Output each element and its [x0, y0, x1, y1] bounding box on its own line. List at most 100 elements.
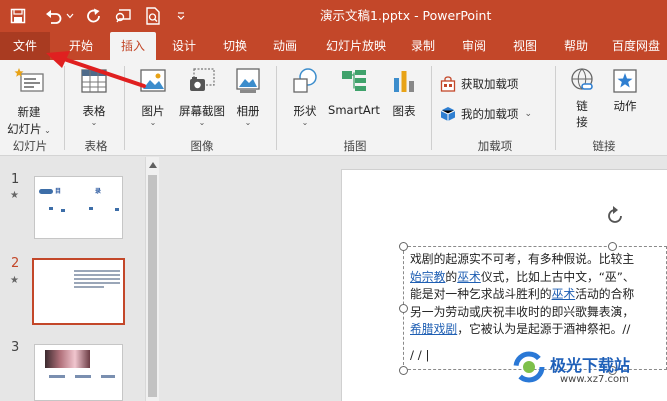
window-title: 演示文稿1.pptx - PowerPoint [320, 8, 492, 23]
tab-baidu-netdisk[interactable]: 百度网盘 [605, 32, 667, 60]
watermark-brand: 极光下载站 [550, 356, 631, 375]
action-button[interactable]: 动作 [606, 66, 644, 114]
group-label-images: 图像 [190, 139, 214, 153]
thumb-text-line [74, 274, 120, 276]
thumb-photo [45, 350, 90, 368]
photo-album-caret-icon: ⌄ [244, 118, 252, 127]
action-icon [613, 69, 637, 93]
redo-icon[interactable] [84, 0, 104, 32]
link-icon [571, 68, 593, 90]
rotate-handle-icon[interactable] [603, 204, 627, 228]
title-bar: 演示文稿1.pptx - PowerPoint [0, 0, 667, 32]
scrollbar-thumb[interactable] [148, 175, 157, 397]
present-from-start-icon[interactable] [112, 0, 134, 32]
save-icon[interactable] [8, 0, 28, 32]
screenshot-label: 屏幕截图 [179, 104, 225, 118]
tab-slideshow[interactable]: 幻灯片放映 [318, 32, 394, 60]
text-line-4: 另一为劳动或庆祝丰收时的即兴歌舞表演， [410, 304, 635, 319]
thumb-text-line [74, 278, 120, 280]
screenshot-button[interactable]: 屏幕截图 ⌄ [176, 66, 228, 127]
shapes-label: 形状 [293, 104, 317, 118]
thumb-title-right: 录 [95, 188, 102, 195]
watermark-swirl-icon [513, 351, 545, 383]
tab-design[interactable]: 设计 [161, 32, 207, 60]
picture-label: 图片 [141, 104, 165, 118]
slide-number-1: 1 [11, 172, 20, 187]
tab-transitions[interactable]: 切换 [212, 32, 258, 60]
new-slide-label-2: 幻灯片 ⌄ [7, 122, 51, 136]
group-label-slides: 幻灯片 [12, 139, 48, 153]
tab-help[interactable]: 帮助 [553, 32, 599, 60]
animation-star-icon: ★ [10, 190, 19, 201]
slide-number-2: 2 [11, 256, 20, 271]
thumb-shape [39, 189, 53, 194]
screenshot-icon [190, 68, 215, 91]
group-divider [276, 66, 277, 150]
my-addins-button[interactable]: 我的加载项 ⌄ [440, 104, 532, 124]
resize-handle-w[interactable] [399, 304, 408, 313]
smartart-icon [342, 70, 366, 91]
link-label-2: 接 [576, 115, 588, 129]
photo-album-button[interactable]: 相册 ⌄ [228, 66, 268, 127]
resize-handle-nw[interactable] [399, 242, 408, 251]
hyperlink-primitive-religion[interactable]: 始宗教 [410, 270, 445, 284]
photo-album-label: 相册 [236, 104, 260, 118]
group-label-links: 链接 [592, 139, 616, 153]
photo-album-icon [236, 68, 260, 93]
watermark-url: www.xz7.com [560, 374, 629, 385]
text-line-2: 始宗教的巫术仪式，比如上古中文，“巫”、 [410, 269, 635, 284]
scroll-up-icon[interactable] [149, 162, 157, 168]
text-line-3: 能是对一种乞求战斗胜利的巫术活动的合称 [410, 287, 635, 301]
print-preview-icon[interactable] [142, 0, 164, 32]
group-label-addins: 加载项 [477, 139, 513, 153]
hyperlink-greek-drama[interactable]: 希腊戏剧 [410, 322, 457, 336]
chart-label: 图表 [392, 104, 416, 118]
new-slide-label-1: 新建 [17, 105, 41, 119]
chart-icon [394, 71, 414, 92]
animation-star-icon: ★ [10, 275, 19, 286]
tab-animations[interactable]: 动画 [262, 32, 308, 60]
hyperlink-witchcraft-2[interactable]: 巫术 [552, 287, 576, 301]
thumb-text-line [49, 375, 65, 378]
thumb-text-line [74, 282, 120, 284]
get-addins-button[interactable]: 获取加载项 [440, 74, 519, 94]
resize-handle-n[interactable] [608, 242, 617, 251]
link-button[interactable]: 链 接 [563, 66, 601, 130]
text-line-5: 希腊戏剧，它被认为是起源于酒神祭祀。// [410, 322, 631, 336]
smartart-button[interactable]: SmartArt [326, 66, 382, 117]
tab-record[interactable]: 录制 [400, 32, 446, 60]
watermark-logo: 极光下载站 www.xz7.com [512, 348, 667, 401]
tab-review[interactable]: 审阅 [451, 32, 497, 60]
slide-thumbnail-3[interactable] [34, 344, 123, 401]
thumb-bullet [49, 207, 53, 210]
undo-icon[interactable] [43, 0, 65, 32]
group-divider [555, 66, 556, 150]
thumbnail-scrollbar[interactable] [145, 157, 159, 401]
thumb-bullet [115, 208, 119, 211]
shapes-caret-icon: ⌄ [301, 118, 309, 127]
table-caret-icon: ⌄ [90, 118, 98, 127]
undo-dropdown-icon[interactable] [64, 0, 76, 32]
link-label-1: 链 [576, 99, 588, 113]
slide-number-3: 3 [11, 340, 20, 355]
thumb-bullet [89, 207, 93, 210]
slide-thumbnail-2[interactable] [32, 258, 125, 325]
shapes-icon [293, 68, 317, 93]
smartart-label: SmartArt [328, 103, 380, 117]
resize-handle-sw[interactable] [399, 366, 408, 375]
thumb-title-left: 目 [55, 188, 62, 195]
chart-button[interactable]: 图表 [384, 66, 424, 119]
tab-view[interactable]: 视图 [502, 32, 548, 60]
table-label: 表格 [82, 104, 106, 118]
slide-thumbnail-1[interactable]: 目 录 [34, 176, 123, 239]
action-label: 动作 [613, 99, 637, 113]
my-addins-caret-icon: ⌄ [524, 109, 533, 119]
hyperlink-witchcraft[interactable]: 巫术 [457, 270, 481, 284]
customize-qat-icon[interactable] [174, 0, 188, 32]
annotation-arrow-icon [46, 51, 146, 88]
shapes-button[interactable]: 形状 ⌄ [284, 66, 326, 127]
picture-caret-icon: ⌄ [149, 118, 157, 127]
screenshot-caret-icon: ⌄ [198, 118, 206, 127]
thumb-text-line [75, 375, 91, 378]
text-line-1: 戏剧的起源实不可考，有多种假说。比较主 [410, 252, 635, 266]
